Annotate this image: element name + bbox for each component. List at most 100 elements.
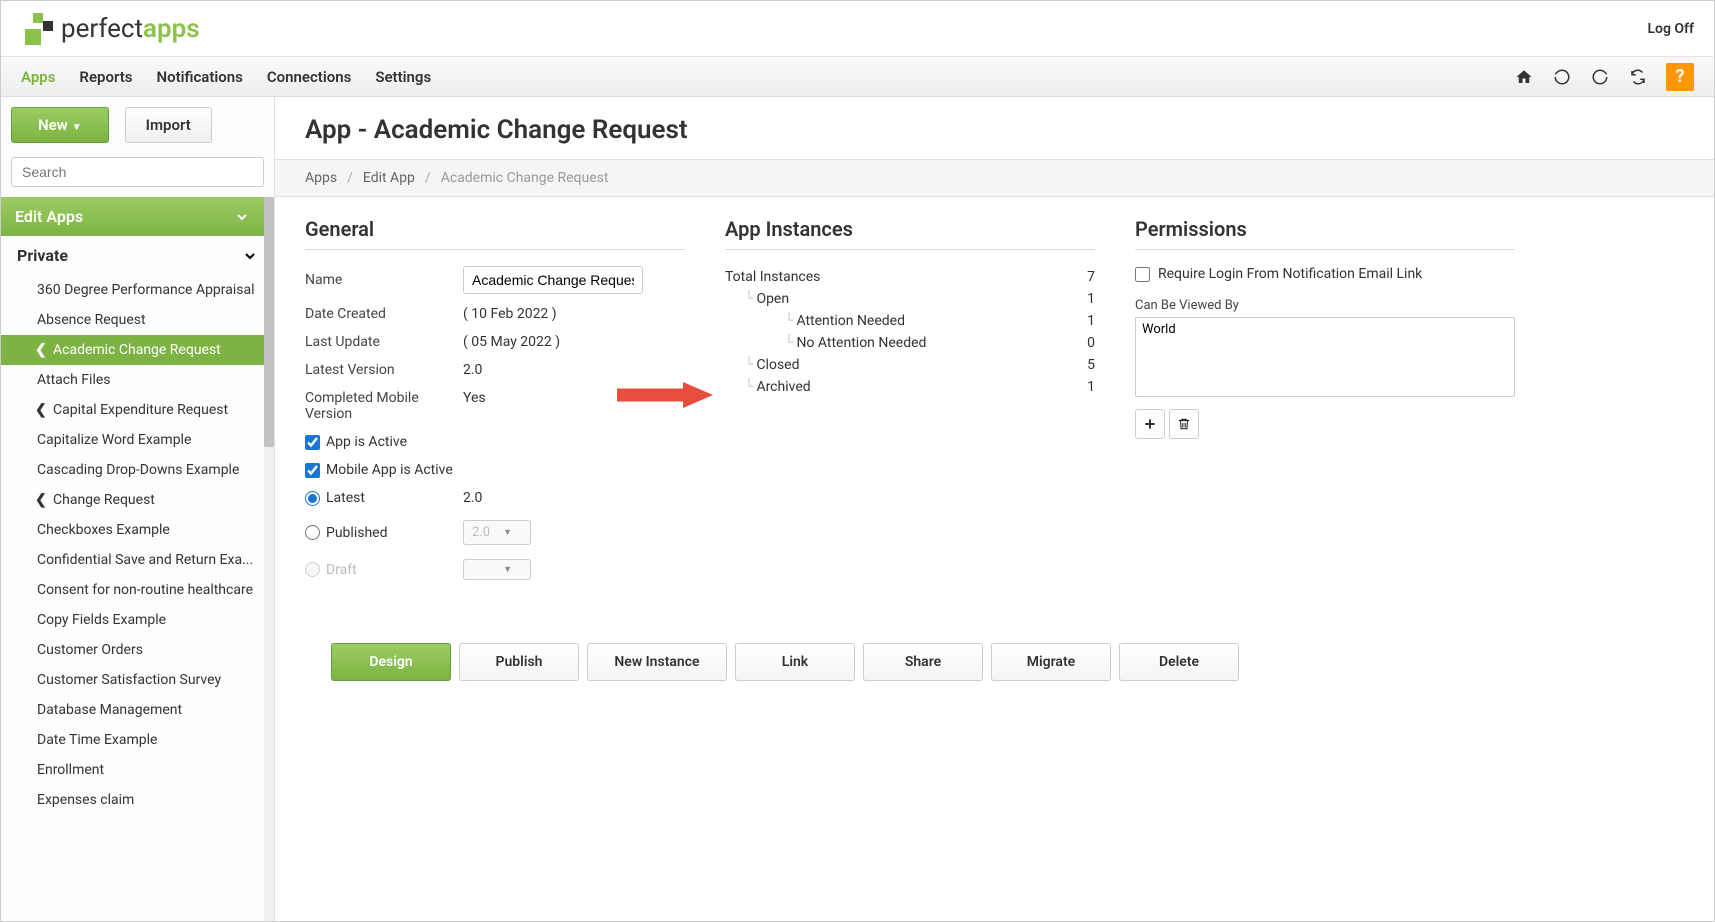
instance-value: 1 — [1087, 291, 1095, 307]
group-private[interactable]: Private — [1, 236, 274, 275]
sidebar-app-item[interactable]: Date Time Example — [1, 725, 274, 755]
instance-row[interactable]: └Archived1 — [725, 376, 1095, 398]
sidebar-app-item[interactable]: Checkboxes Example — [1, 515, 274, 545]
sidebar-app-item[interactable]: Consent for non-routine healthcare — [1, 575, 274, 605]
sidebar-app-item[interactable]: Enrollment — [1, 755, 274, 785]
sidebar-app-label: Customer Orders — [37, 642, 143, 658]
radio-latest[interactable] — [305, 491, 320, 506]
nav-notifications[interactable]: Notifications — [156, 68, 242, 86]
name-input[interactable] — [463, 266, 643, 294]
sidebar-app-label: Change Request — [53, 492, 155, 508]
sidebar-app-item[interactable]: Copy Fields Example — [1, 605, 274, 635]
nav-apps[interactable]: Apps — [21, 68, 55, 86]
published-select[interactable]: 2.0▼ — [463, 520, 531, 545]
delete-permission-button[interactable] — [1169, 409, 1199, 439]
logoff-button[interactable]: Log Off — [1647, 21, 1694, 37]
sidebar-app-label: Database Management — [37, 702, 182, 718]
sidebar-app-label: Cascading Drop-Downs Example — [37, 462, 239, 478]
navbar: Apps Reports Notifications Connections S… — [1, 57, 1714, 97]
mobile-active-checkbox[interactable] — [305, 463, 320, 478]
import-button[interactable]: Import — [125, 107, 212, 143]
sidebar-app-item[interactable]: Customer Satisfaction Survey — [1, 665, 274, 695]
latest-version-label: Latest Version — [305, 362, 463, 378]
tree-connector-icon: └ — [745, 379, 752, 395]
sidebar-app-item[interactable]: Expenses claim — [1, 785, 274, 815]
instance-label: Closed — [756, 357, 799, 373]
radio-published-label: Published — [326, 525, 387, 541]
nav-settings[interactable]: Settings — [375, 68, 431, 86]
sidebar-app-item[interactable]: ❮Academic Change Request — [1, 335, 274, 365]
mobile-version-value: Yes — [463, 390, 685, 406]
migrate-button[interactable]: Migrate — [991, 643, 1111, 681]
sidebar-app-label: Capital Expenditure Request — [53, 402, 228, 418]
logo-icon — [21, 13, 53, 45]
help-button[interactable]: ? — [1666, 63, 1694, 91]
sidebar-app-label: 360 Degree Performance Appraisal — [37, 282, 255, 298]
refresh-ccw-icon[interactable] — [1552, 67, 1572, 87]
add-button[interactable] — [1135, 409, 1165, 439]
scrollbar-thumb[interactable] — [264, 197, 274, 447]
sidebar-app-label: Consent for non-routine healthcare — [37, 582, 253, 598]
name-label: Name — [305, 272, 463, 288]
design-button[interactable]: Design — [331, 643, 451, 681]
instance-value: 5 — [1087, 357, 1095, 373]
app-active-label: App is Active — [326, 434, 407, 450]
instance-label: Open — [756, 291, 789, 307]
viewed-by-label: Can Be Viewed By — [1135, 298, 1515, 313]
require-login-checkbox[interactable] — [1135, 267, 1150, 282]
sidebar-app-label: Copy Fields Example — [37, 612, 166, 628]
instance-row[interactable]: └Attention Needed1 — [725, 310, 1095, 332]
home-icon[interactable] — [1514, 67, 1534, 87]
sidebar-app-label: Enrollment — [37, 762, 104, 778]
chevron-left-icon: ❮ — [35, 402, 47, 418]
radio-latest-label: Latest — [326, 490, 365, 506]
sidebar-app-item[interactable]: ❮ Change Request — [1, 485, 274, 515]
nav-connections[interactable]: Connections — [267, 68, 351, 86]
delete-button[interactable]: Delete — [1119, 643, 1239, 681]
chevron-down-icon: ▼ — [503, 527, 512, 538]
tree-connector-icon: └ — [745, 291, 752, 307]
sidebar-app-item[interactable]: Capitalize Word Example — [1, 425, 274, 455]
link-button[interactable]: Link — [735, 643, 855, 681]
sidebar-app-item[interactable]: Confidential Save and Return Exa... — [1, 545, 274, 575]
instance-value: 0 — [1087, 335, 1095, 351]
instance-row[interactable]: └No Attention Needed0 — [725, 332, 1095, 354]
chevron-down-icon: ▼ — [503, 564, 512, 575]
app-active-checkbox[interactable] — [305, 435, 320, 450]
sync-icon[interactable] — [1628, 67, 1648, 87]
instance-row[interactable]: └Closed5 — [725, 354, 1095, 376]
share-button[interactable]: Share — [863, 643, 983, 681]
date-created-label: Date Created — [305, 306, 463, 322]
instance-row[interactable]: Total Instances7 — [725, 266, 1095, 288]
section-edit-apps[interactable]: Edit Apps — [1, 197, 264, 236]
breadcrumb: Apps / Edit App / Academic Change Reques… — [275, 159, 1714, 197]
logo[interactable]: perfectapps — [21, 13, 200, 45]
chevron-left-icon: ❮ — [35, 492, 47, 508]
sidebar-app-label: Absence Request — [37, 312, 146, 328]
sidebar-app-item[interactable]: Absence Request — [1, 305, 274, 335]
instance-value: 1 — [1087, 313, 1095, 329]
crumb-edit-app[interactable]: Edit App — [363, 170, 415, 186]
sidebar-app-item[interactable]: Attach Files — [1, 365, 274, 395]
radio-draft — [305, 562, 320, 577]
new-instance-button[interactable]: New Instance — [587, 643, 727, 681]
new-button[interactable]: New▼ — [11, 107, 109, 143]
mobile-version-label: Completed Mobile Version — [305, 390, 463, 422]
search-input[interactable] — [11, 157, 264, 187]
instance-row[interactable]: └Open 1 — [725, 288, 1095, 310]
instance-value: 1 — [1087, 379, 1095, 395]
crumb-apps[interactable]: Apps — [305, 170, 337, 186]
radio-published[interactable] — [305, 525, 320, 540]
scrollbar-track[interactable] — [264, 197, 274, 921]
sidebar-app-item[interactable]: Cascading Drop-Downs Example — [1, 455, 274, 485]
sidebar-app-item[interactable]: 360 Degree Performance Appraisal — [1, 275, 274, 305]
viewed-by-textarea[interactable] — [1135, 317, 1515, 397]
sidebar-app-label: Academic Change Request — [53, 342, 221, 358]
publish-button[interactable]: Publish — [459, 643, 579, 681]
nav-reports[interactable]: Reports — [79, 68, 132, 86]
sidebar-app-item[interactable]: ❮ Capital Expenditure Request — [1, 395, 274, 425]
sidebar-app-item[interactable]: Customer Orders — [1, 635, 274, 665]
sidebar-app-item[interactable]: Database Management — [1, 695, 274, 725]
refresh-cw-icon[interactable] — [1590, 67, 1610, 87]
last-update-value: ( 05 May 2022 ) — [463, 334, 685, 350]
